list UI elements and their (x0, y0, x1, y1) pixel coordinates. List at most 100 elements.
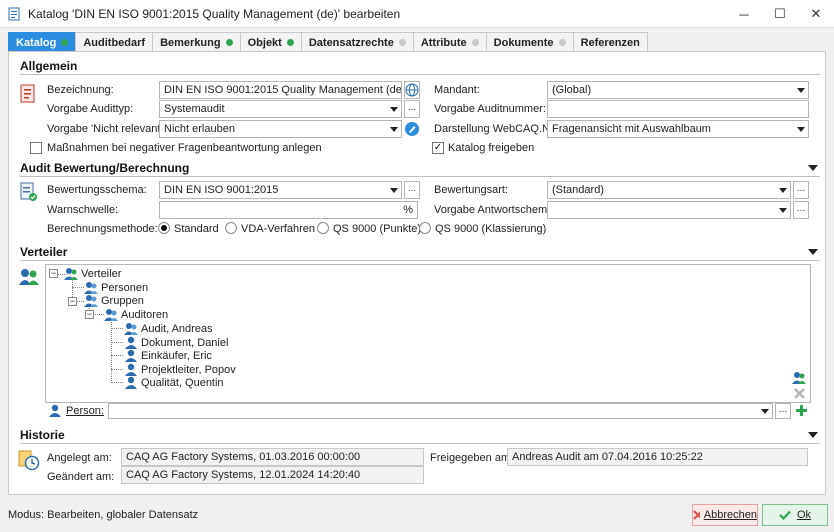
art-label: Bewertungsart: (434, 184, 508, 196)
auditnummer-field[interactable] (547, 100, 809, 118)
close-button[interactable]: ✕ (798, 0, 834, 28)
radio-qs-punkte[interactable] (317, 222, 329, 234)
tree-line (111, 328, 123, 329)
nicht-relevant-value: Nicht erlauben (164, 123, 235, 135)
schema-label: Bewertungsschema: (47, 184, 147, 196)
antwortschema-select[interactable] (547, 201, 791, 219)
tree-node-label: Audit, Andreas (141, 322, 213, 335)
tab-referenzen[interactable]: Referenzen (572, 32, 648, 52)
chevron-down-icon (779, 188, 787, 193)
tree-node-auditoren[interactable]: Auditoren (104, 308, 168, 321)
tab-bemerkung[interactable]: Bemerkung (152, 32, 241, 52)
radio-qs-klassierung[interactable] (419, 222, 431, 234)
section-title-verteiler: Verteiler (20, 245, 68, 259)
group-icon (64, 268, 78, 280)
chevron-down-icon (797, 127, 805, 132)
tab-label: Auditbedarf (83, 36, 146, 49)
bezeichnung-field[interactable]: DIN EN ISO 9001:2015 Quality Management … (159, 81, 402, 99)
add-group-icon[interactable] (792, 371, 806, 384)
massnahmen-checkbox[interactable] (30, 142, 42, 154)
tab-datensatzrechte[interactable]: Datensatzrechte (300, 32, 414, 52)
person-more-button[interactable]: ... (775, 403, 791, 419)
tab-objekt[interactable]: Objekt (239, 32, 302, 52)
tab-bar: Katalog Auditbedarf Bemerkung Objekt Dat… (8, 32, 648, 52)
radio-vda[interactable] (225, 222, 237, 234)
tab-dokumente[interactable]: Dokumente (485, 32, 574, 52)
antwortschema-more-button[interactable]: ... (793, 201, 809, 219)
collapse-arrow-icon[interactable] (808, 432, 818, 438)
schema-more-button[interactable]: ... (404, 181, 420, 199)
radio-vda-label: VDA-Verfahren (241, 223, 315, 235)
warnschwelle-field[interactable]: % (159, 201, 418, 219)
art-value: (Standard) (552, 184, 604, 196)
tab-attribute[interactable]: Attribute (412, 32, 487, 52)
collapse-toggle-icon[interactable]: − (68, 297, 77, 306)
geaendert-label: Geändert am: (47, 471, 115, 483)
evaluation-icon (20, 182, 37, 201)
schema-select[interactable]: DIN EN ISO 9001:2015 (159, 181, 402, 199)
section-divider (20, 443, 820, 444)
status-dot-icon (471, 39, 479, 46)
collapse-arrow-icon[interactable] (808, 249, 818, 255)
persons-icon (84, 282, 98, 294)
tree-node-gruppen[interactable]: Gruppen (84, 294, 144, 307)
collapse-arrow-icon[interactable] (808, 165, 818, 171)
ok-button[interactable]: Ok (762, 504, 828, 526)
globe-icon[interactable] (404, 81, 420, 99)
chevron-down-icon (390, 188, 398, 193)
tree-node-personen[interactable]: Personen (84, 281, 148, 294)
tab-label: Attribute (420, 36, 467, 49)
radio-qs-klassierung-label: QS 9000 (Klassierung) (435, 223, 547, 235)
warnschwelle-label: Warnschwelle: (47, 204, 119, 216)
ok-label: Ok (796, 509, 812, 521)
art-select[interactable]: (Standard) (547, 181, 791, 199)
audittyp-more-button[interactable]: ... (404, 100, 420, 118)
nicht-relevant-label: Vorgabe 'Nicht relevant': (47, 123, 166, 135)
minimize-button[interactable]: ─ (726, 0, 762, 28)
schema-value: DIN EN ISO 9001:2015 (164, 184, 279, 196)
collapse-toggle-icon[interactable]: − (49, 269, 58, 278)
chevron-down-icon (390, 107, 398, 112)
freigeben-label: Katalog freigeben (448, 142, 535, 154)
status-text: Modus: Bearbeiten, globaler Datensatz (8, 509, 199, 521)
freigeben-checkbox[interactable]: ✓ (432, 142, 444, 154)
maximize-button[interactable]: ☐ (762, 0, 798, 28)
tree-node-verteiler[interactable]: Verteiler (64, 267, 121, 280)
percent-unit: % (403, 204, 413, 216)
darstellung-select[interactable]: Fragenansicht mit Auswahlbaum (547, 120, 809, 138)
mandant-select[interactable]: (Global) (547, 81, 809, 99)
tab-katalog[interactable]: Katalog (8, 32, 77, 52)
delete-icon[interactable] (794, 388, 805, 399)
mandant-label: Mandant: (434, 84, 480, 96)
section-divider (20, 260, 820, 261)
tree-node-member[interactable]: Dokument, Daniel (124, 336, 228, 349)
user-icon (125, 336, 137, 349)
tree-node-member[interactable]: Projektleiter, Popov (124, 363, 236, 376)
audittyp-select[interactable]: Systemaudit (159, 100, 402, 118)
status-dot-icon (398, 39, 406, 46)
user-group-icon (124, 323, 138, 335)
person-select[interactable] (108, 403, 773, 419)
art-more-button[interactable]: ... (793, 181, 809, 199)
tab-auditbedarf[interactable]: Auditbedarf (75, 32, 154, 52)
tree-node-label: Einkäufer, Eric (141, 349, 212, 362)
nicht-relevant-select[interactable]: Nicht erlauben (159, 120, 402, 138)
tree-node-label: Qualität, Quentin (141, 376, 224, 389)
audittyp-value: Systemaudit (164, 103, 225, 115)
section-divider (20, 74, 820, 75)
distribution-icon (19, 269, 39, 285)
cancel-button[interactable]: Abbrechen (692, 504, 758, 526)
radio-standard[interactable] (158, 222, 170, 234)
collapse-toggle-icon[interactable]: − (85, 310, 94, 319)
edit-icon[interactable] (404, 120, 420, 138)
tree-node-member[interactable]: Einkäufer, Eric (124, 349, 212, 362)
tree-node-member[interactable]: Qualität, Quentin (124, 376, 224, 389)
window-title: Katalog 'DIN EN ISO 9001:2015 Quality Ma… (28, 7, 401, 21)
freigegeben-field: Andreas Audit am 07.04.2016 10:25:22 (507, 448, 808, 466)
section-title-bewertung: Audit Bewertung/Berechnung (20, 161, 190, 175)
add-icon[interactable] (795, 404, 808, 417)
user-icon (49, 404, 61, 417)
tree-node-member[interactable]: Audit, Andreas (124, 322, 213, 335)
user-icon (125, 349, 137, 362)
angelegt-label: Angelegt am: (47, 452, 112, 464)
